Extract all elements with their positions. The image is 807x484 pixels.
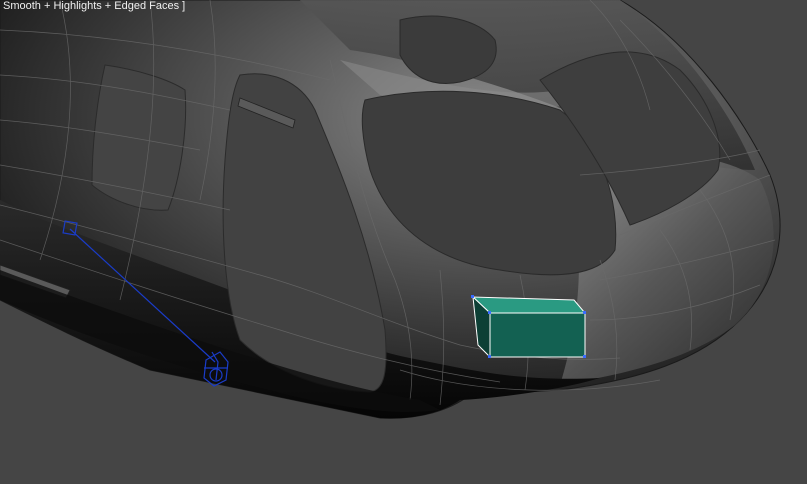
viewport-shading-label[interactable]: Smooth + Highlights + Edged Faces ] xyxy=(3,0,185,12)
fuselage-mesh[interactable] xyxy=(0,0,781,419)
scene-render[interactable] xyxy=(0,0,807,484)
selected-box[interactable] xyxy=(471,295,587,359)
viewport-perspective[interactable]: Smooth + Highlights + Edged Faces ] xyxy=(0,0,807,484)
